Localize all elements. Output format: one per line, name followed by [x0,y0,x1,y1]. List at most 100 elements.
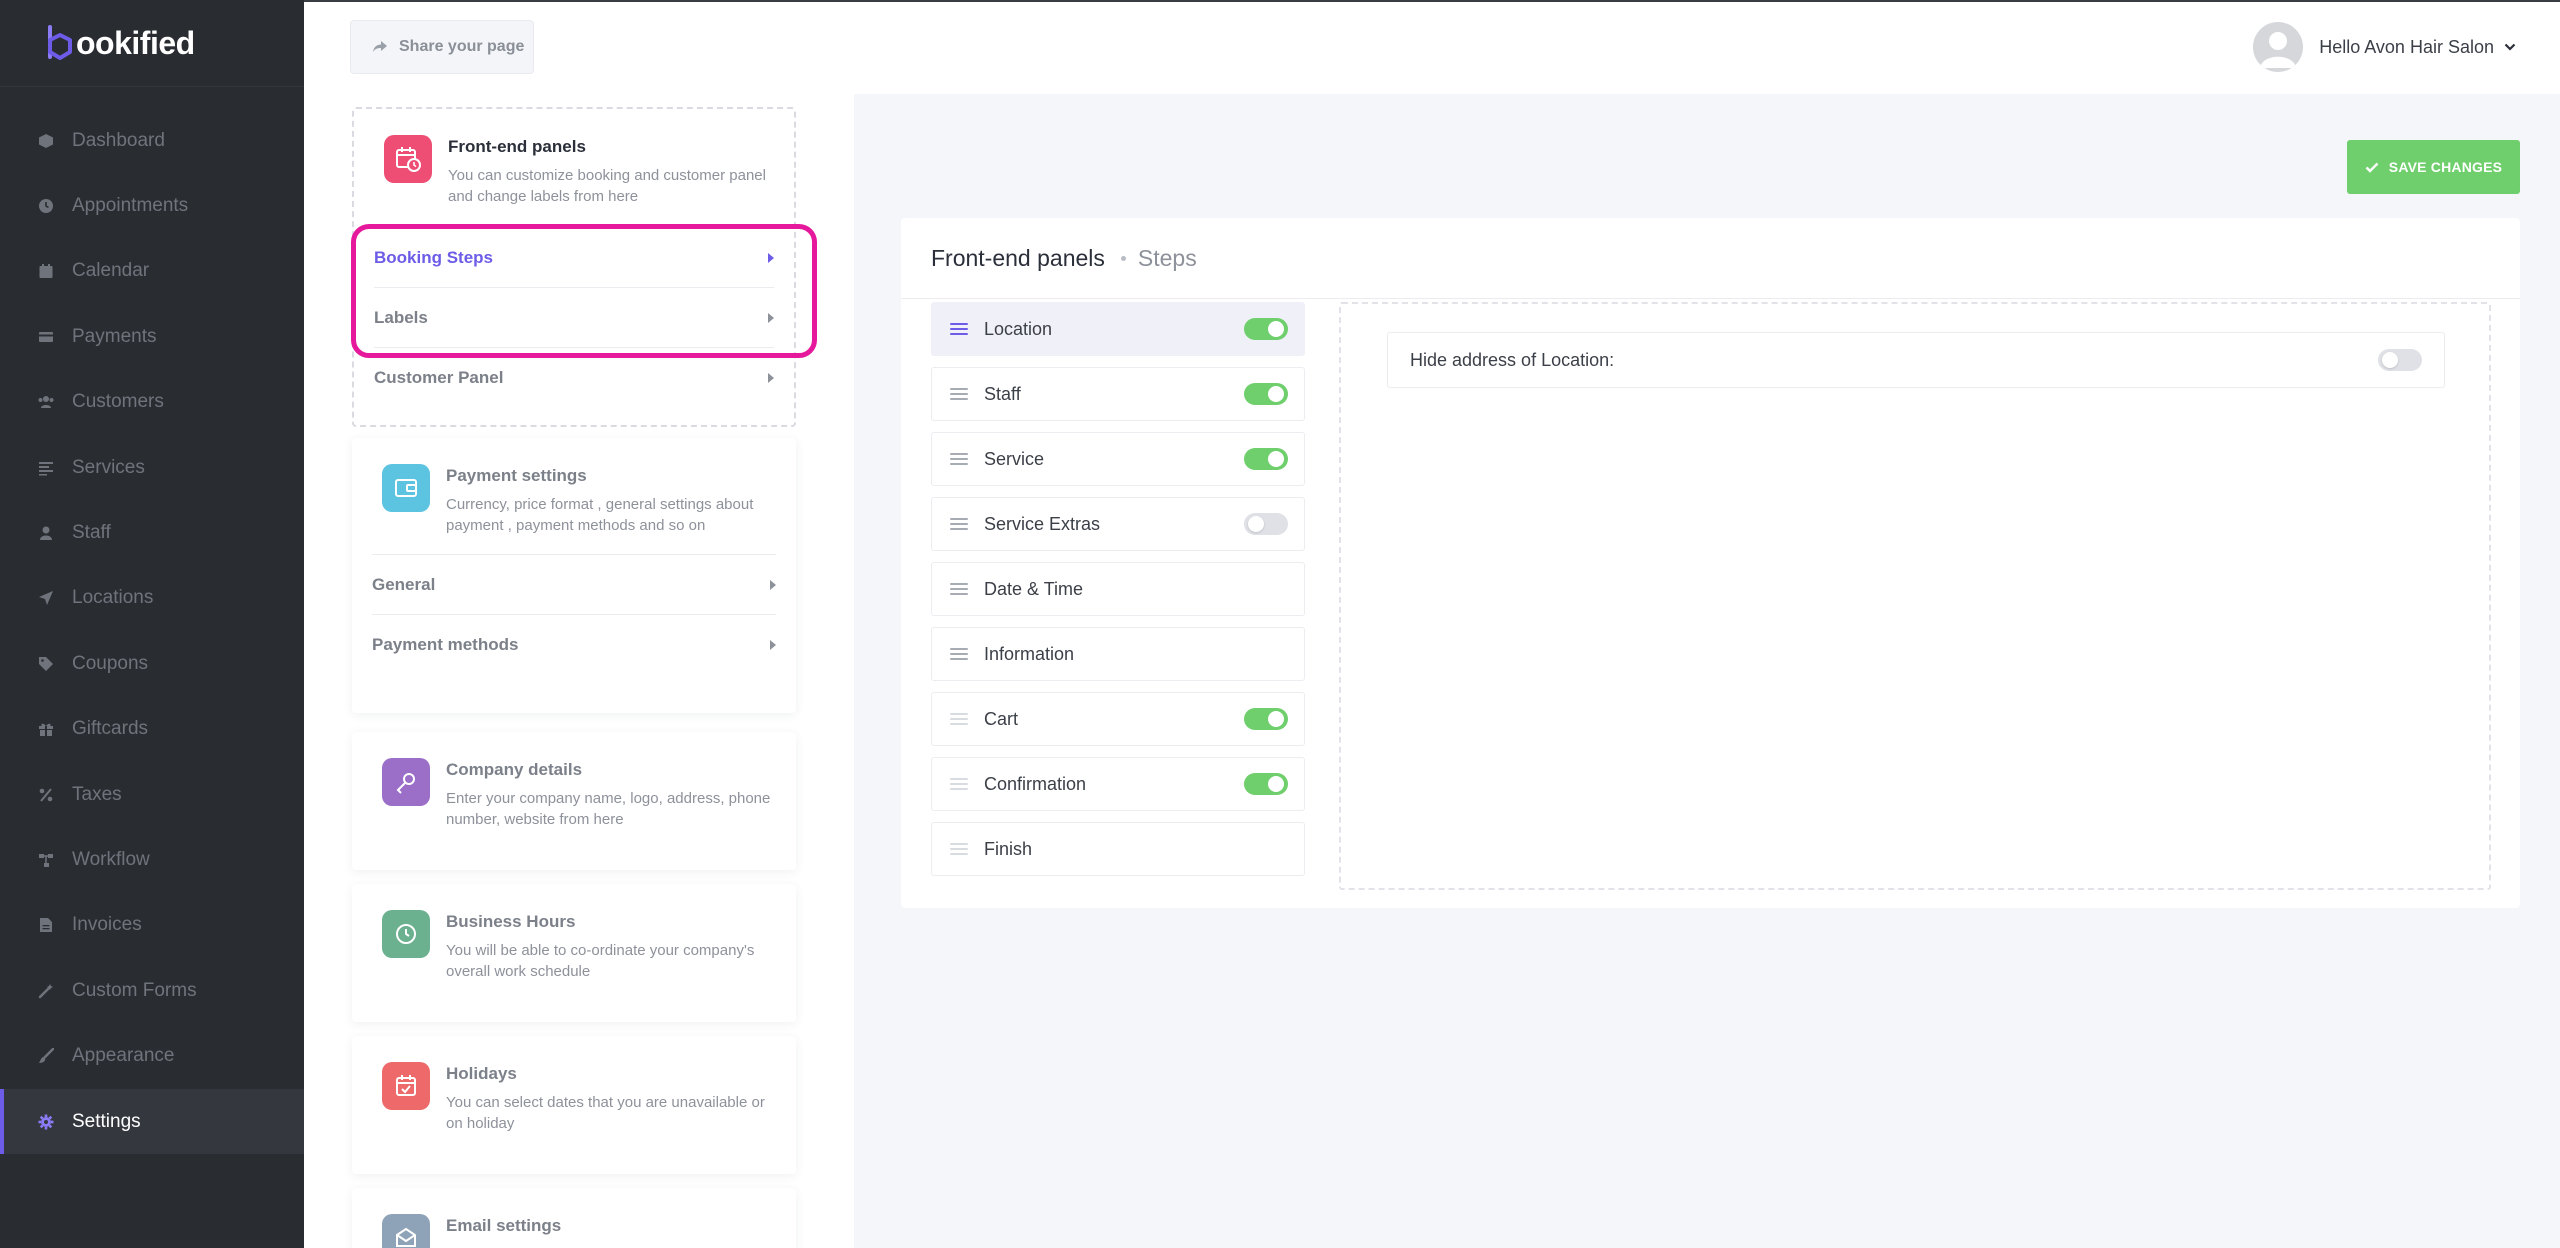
sidebar-item-taxes[interactable]: Taxes [0,762,304,827]
list-icon [36,458,56,478]
save-changes-button[interactable]: SAVE CHANGES [2347,140,2520,194]
step-date-time[interactable]: Date & Time [931,562,1305,616]
sidebar-item-label: Coupons [72,652,149,674]
card-description: You will be able to co-ordinate your com… [446,942,755,980]
step-finish[interactable]: Finish [931,822,1305,876]
sidebar-item-label: Appearance [72,1045,175,1067]
sidebar-nav: Dashboard Appointments Calendar Payments… [0,108,304,1155]
business-hours-card[interactable]: Business Hours You will be able to co-or… [352,884,796,1022]
sidebar-item-label: Custom Forms [72,979,197,1001]
user-icon [36,523,56,543]
sidebar-item-customers[interactable]: Customers [0,370,304,435]
envelope-icon [382,1214,430,1248]
step-information[interactable]: Information [931,627,1305,681]
drag-handle-icon[interactable] [950,323,968,335]
booking-steps-link[interactable]: Booking Steps [374,227,774,287]
sidebar-item-label: Giftcards [72,718,149,740]
card-title: Email settings [446,1216,562,1235]
wallet-icon [382,464,430,512]
step-toggle[interactable] [1244,448,1288,470]
avatar [2253,22,2304,72]
step-staff[interactable]: Staff [931,367,1305,421]
drag-handle-icon[interactable] [950,388,968,400]
workflow-icon [36,850,56,870]
key-icon [382,758,430,806]
sidebar-item-calendar[interactable]: Calendar [0,239,304,304]
step-service[interactable]: Service [931,432,1305,486]
clock-icon [382,910,430,958]
card-title: Business Hours [446,912,576,931]
breadcrumb: Front-end panels Steps [931,238,1197,278]
drag-handle-icon[interactable] [950,648,968,660]
hide-address-toggle[interactable] [2378,349,2422,371]
frontend-panels-card: Front-end panels You can customize booki… [352,107,796,427]
step-toggle[interactable] [1244,318,1288,340]
sidebar-item-workflow[interactable]: Workflow [0,827,304,892]
calendar-clock-icon [384,135,432,183]
logo-text: ookified [76,24,195,61]
sidebar-item-label: Locations [72,587,154,609]
card-description: You can customize booking and customer p… [448,167,766,205]
booking-steps-label: Booking Steps [374,247,494,267]
sidebar-item-locations[interactable]: Locations [0,566,304,631]
step-label: Finish [984,838,1033,859]
logo-mark-icon [44,24,74,62]
step-toggle[interactable] [1244,708,1288,730]
step-cart[interactable]: Cart [931,692,1305,746]
clock-icon [36,196,56,216]
credit-card-icon [36,327,56,347]
caret-right-icon [770,579,776,590]
sidebar-item-staff[interactable]: Staff [0,500,304,565]
general-label: General [372,574,436,594]
step-toggle[interactable] [1244,773,1288,795]
step-label: Location [984,318,1053,339]
location-arrow-icon [36,588,56,608]
sidebar-item-label: Settings [72,1110,141,1132]
drag-handle-icon[interactable] [950,583,968,595]
labels-link[interactable]: Labels [374,287,774,347]
drag-handle-icon[interactable] [950,518,968,530]
payment-settings-card: Payment settings Currency, price format … [352,438,796,713]
cube-icon [36,131,56,151]
steps-list: Location Staff Service Service Extras Da… [931,302,1305,876]
sidebar-item-appointments[interactable]: Appointments [0,173,304,238]
payment-general-link[interactable]: General [372,554,776,614]
save-changes-label: SAVE CHANGES [2388,159,2503,175]
sidebar-item-dashboard[interactable]: Dashboard [0,108,304,173]
payment-methods-link[interactable]: Payment methods [372,614,776,674]
panel-title: Front-end panels [931,244,1105,271]
sidebar-item-services[interactable]: Services [0,435,304,500]
company-details-card[interactable]: Company details Enter your company name,… [352,732,796,870]
caret-right-icon [768,252,774,263]
drag-handle-icon [950,843,968,855]
step-toggle[interactable] [1244,513,1288,535]
share-page-button[interactable]: Share your page [350,20,534,74]
drag-handle-icon[interactable] [950,453,968,465]
step-toggle[interactable] [1244,383,1288,405]
sidebar-item-custom-forms[interactable]: Custom Forms [0,958,304,1023]
step-location[interactable]: Location [931,302,1305,356]
step-label: Service Extras [984,513,1101,534]
gear-icon [36,1112,56,1132]
panel-divider [901,298,2520,299]
sidebar-item-coupons[interactable]: Coupons [0,631,304,696]
sidebar-item-settings[interactable]: Settings [0,1088,304,1155]
card-title: Holidays [446,1064,517,1083]
email-settings-card[interactable]: Email settings [352,1188,796,1248]
customer-panel-link[interactable]: Customer Panel [374,347,774,407]
sidebar-item-invoices[interactable]: Invoices [0,893,304,958]
sidebar-item-giftcards[interactable]: Giftcards [0,697,304,762]
gift-icon [36,719,56,739]
step-service-extras[interactable]: Service Extras [931,497,1305,551]
user-greeting: Hello Avon Hair Salon [2319,36,2494,57]
user-menu[interactable]: Hello Avon Hair Salon [2253,22,2516,72]
calendar-icon [36,261,56,281]
sidebar-item-appearance[interactable]: Appearance [0,1023,304,1088]
sidebar-item-label: Payments [72,325,157,347]
step-confirmation[interactable]: Confirmation [931,757,1305,811]
holidays-card[interactable]: Holidays You can select dates that you a… [352,1036,796,1174]
sidebar-item-payments[interactable]: Payments [0,304,304,369]
logo[interactable]: ookified [44,22,195,64]
card-description: You can select dates that you are unavai… [446,1094,765,1132]
sidebar-divider [0,86,304,87]
